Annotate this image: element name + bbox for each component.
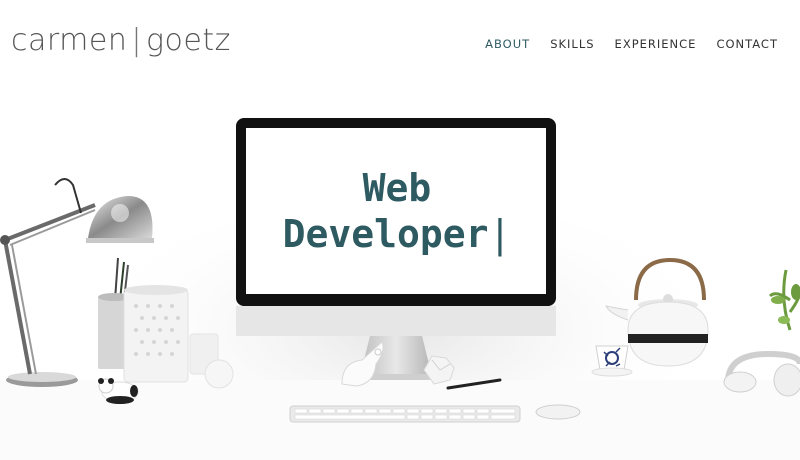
hero-line-1: Web [362,166,432,210]
nav-about[interactable]: ABOUT [485,37,530,51]
logo-first-name: carmen [11,23,128,58]
main-nav: ABOUT SKILLS EXPERIENCE CONTACT [485,37,778,51]
nav-contact[interactable]: CONTACT [716,37,778,51]
keyboard-icon [289,405,521,423]
site-logo[interactable]: carmen | goetz [11,26,231,56]
hero-typed-text: Web Developer| [248,130,546,292]
mouse-icon [535,404,581,420]
typing-cursor: | [488,212,512,256]
nav-skills[interactable]: SKILLS [550,37,594,51]
plant-icon [768,269,800,331]
logo-separator: | [131,23,142,58]
hero-line-2: Developer| [283,211,512,257]
hero-line-2-text: Developer [282,212,489,256]
nav-experience[interactable]: EXPERIENCE [615,37,697,51]
site-header: carmen | goetz ABOUT SKILLS EXPERIENCE CON… [0,0,800,90]
teacup-icon [591,345,633,377]
logo-last-name: goetz [146,23,231,58]
